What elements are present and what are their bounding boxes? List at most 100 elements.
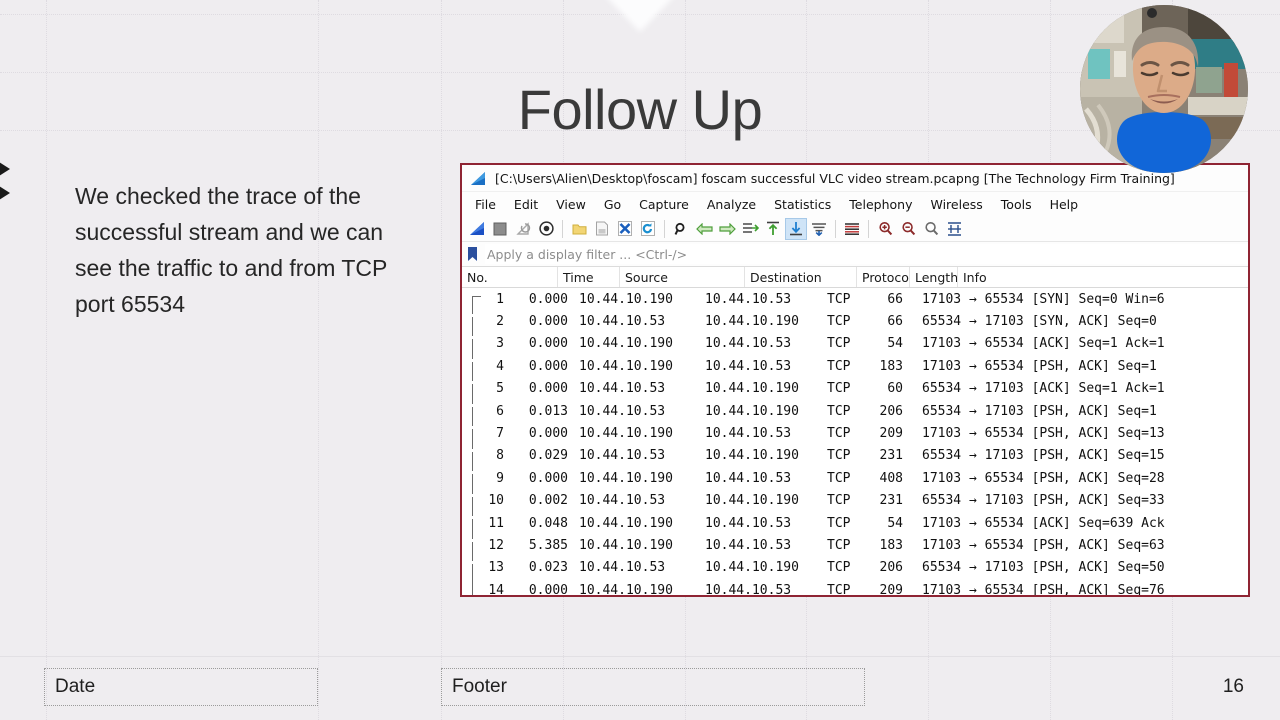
packet-no: 2 <box>496 314 504 330</box>
packet-no: 4 <box>496 358 504 374</box>
menu-item-wireless[interactable]: Wireless <box>921 195 991 214</box>
packet-destination: 10.44.10.53 <box>705 336 792 352</box>
table-row[interactable]: 6 0.013 10.44.10.53 10.44.10.190 TCP 206 65534… <box>462 400 1248 422</box>
menu-item-statistics[interactable]: Statistics <box>765 195 840 214</box>
table-row[interactable]: 11 0.048 10.44.10.190 10.44.10.53 TCP 54 17103… <box>462 512 1248 534</box>
open-file-icon[interactable] <box>568 218 590 240</box>
table-row[interactable]: 5 0.000 10.44.10.53 10.44.10.190 TCP 60 65534 … <box>462 378 1248 400</box>
close-file-icon[interactable] <box>614 218 636 240</box>
menu-item-analyze[interactable]: Analyze <box>698 195 765 214</box>
column-header-protocol[interactable]: Protocol <box>857 267 910 287</box>
packet-source: 10.44.10.190 <box>579 291 673 307</box>
zoom-in-icon[interactable] <box>874 218 896 240</box>
start-capture-icon[interactable] <box>466 218 488 240</box>
bookmark-icon[interactable] <box>467 246 478 262</box>
packet-no: 10 <box>488 493 504 509</box>
packet-info: 17103 → 65534 [PSH, ACK] Seq=76 <box>922 582 1165 597</box>
footer-date-placeholder[interactable]: Date <box>44 668 318 706</box>
packet-protocol: TCP <box>827 358 851 374</box>
zoom-reset-icon[interactable] <box>920 218 942 240</box>
table-row[interactable]: 10 0.002 10.44.10.53 10.44.10.190 TCP 231 6553… <box>462 490 1248 512</box>
packet-info: 65534 → 17103 [ACK] Seq=1 Ack=1 <box>922 381 1165 397</box>
wireshark-toolbar[interactable] <box>462 216 1248 242</box>
packet-length: 209 <box>879 426 903 442</box>
table-row[interactable]: 14 0.000 10.44.10.190 10.44.10.53 TCP 209 1710… <box>462 579 1248 597</box>
column-header-destination[interactable]: Destination <box>745 267 857 287</box>
column-header-no[interactable]: No. <box>462 267 558 287</box>
packet-no: 6 <box>496 403 504 419</box>
wireshark-window[interactable]: [C:\Users\Alien\Desktop\foscam] foscam s… <box>460 163 1250 597</box>
packet-protocol: TCP <box>827 381 851 397</box>
menu-item-help[interactable]: Help <box>1041 195 1088 214</box>
packet-protocol: TCP <box>827 582 851 597</box>
table-row[interactable]: 2 0.000 10.44.10.53 10.44.10.190 TCP 66 65534 … <box>462 310 1248 332</box>
packet-list[interactable]: 1 0.000 10.44.10.190 10.44.10.53 TCP 66 17103 … <box>462 288 1248 597</box>
packet-protocol: TCP <box>827 448 851 464</box>
capture-options-icon[interactable] <box>535 218 557 240</box>
column-header-info[interactable]: Info <box>958 267 1248 287</box>
resize-columns-icon[interactable] <box>943 218 965 240</box>
wireshark-menu-bar[interactable]: File Edit View Go Capture Analyze Statis… <box>462 192 1248 216</box>
reload-file-icon[interactable] <box>637 218 659 240</box>
stop-capture-icon[interactable] <box>489 218 511 240</box>
table-row[interactable]: 12 5.385 10.44.10.190 10.44.10.53 TCP 183 1710… <box>462 534 1248 556</box>
packet-info: 17103 → 65534 [PSH, ACK] Seq=63 <box>922 537 1165 553</box>
colorize-packets-icon[interactable] <box>841 218 863 240</box>
menu-item-capture[interactable]: Capture <box>630 195 698 214</box>
slide-top-triangle-decoration <box>596 0 684 32</box>
menu-item-file[interactable]: File <box>466 195 505 214</box>
packet-info: 17103 → 65534 [PSH, ACK] Seq=1 <box>922 358 1157 374</box>
go-to-last-packet-icon[interactable] <box>785 217 807 240</box>
zoom-out-icon[interactable] <box>897 218 919 240</box>
packet-protocol: TCP <box>827 470 851 486</box>
packet-info: 17103 → 65534 [ACK] Seq=1 Ack=1 <box>922 336 1165 352</box>
column-header-source[interactable]: Source <box>620 267 745 287</box>
table-row[interactable]: 8 0.029 10.44.10.53 10.44.10.190 TCP 231 65534… <box>462 445 1248 467</box>
packet-time: 0.029 <box>528 448 568 464</box>
menu-item-go[interactable]: Go <box>595 195 630 214</box>
menu-item-edit[interactable]: Edit <box>505 195 547 214</box>
restart-capture-icon[interactable] <box>512 218 534 240</box>
menu-item-view[interactable]: View <box>547 195 595 214</box>
auto-scroll-icon[interactable] <box>808 218 830 240</box>
display-filter-bar[interactable]: Apply a display filter ... <Ctrl-/> <box>462 242 1248 267</box>
arrow-marker-icon <box>0 160 10 178</box>
packet-source: 10.44.10.190 <box>579 426 673 442</box>
packet-info: 65534 → 17103 [SYN, ACK] Seq=0 <box>922 314 1157 330</box>
save-file-icon[interactable] <box>591 218 613 240</box>
go-to-first-packet-icon[interactable] <box>762 218 784 240</box>
webcam-video-frame <box>1080 5 1248 173</box>
footer-text-placeholder[interactable]: Footer <box>441 668 865 706</box>
table-row[interactable]: 1 0.000 10.44.10.190 10.44.10.53 TCP 66 17103 … <box>462 288 1248 310</box>
display-filter-input[interactable]: Apply a display filter ... <Ctrl-/> <box>485 244 1248 264</box>
packet-info: 65534 → 17103 [PSH, ACK] Seq=33 <box>922 493 1165 509</box>
table-row[interactable]: 13 0.023 10.44.10.53 10.44.10.190 TCP 206 6553… <box>462 557 1248 579</box>
column-header-time[interactable]: Time <box>558 267 620 287</box>
packet-destination: 10.44.10.190 <box>705 448 799 464</box>
go-forward-icon[interactable] <box>716 218 738 240</box>
packet-time: 0.000 <box>528 358 568 374</box>
wireshark-title-bar: [C:\Users\Alien\Desktop\foscam] foscam s… <box>462 165 1248 192</box>
packet-destination: 10.44.10.53 <box>705 582 792 597</box>
packet-length: 206 <box>879 403 903 419</box>
packet-time: 0.013 <box>528 403 568 419</box>
table-row[interactable]: 4 0.000 10.44.10.190 10.44.10.53 TCP 183 17103… <box>462 355 1248 377</box>
packet-length: 408 <box>879 470 903 486</box>
go-to-packet-icon[interactable] <box>739 218 761 240</box>
packet-no: 8 <box>496 448 504 464</box>
packet-protocol: TCP <box>827 336 851 352</box>
table-row[interactable]: 9 0.000 10.44.10.190 10.44.10.53 TCP 408 17103… <box>462 467 1248 489</box>
find-packet-icon[interactable] <box>670 218 692 240</box>
table-row[interactable]: 7 0.000 10.44.10.190 10.44.10.53 TCP 209 17103… <box>462 422 1248 444</box>
toolbar-separator <box>835 219 836 238</box>
go-back-icon[interactable] <box>693 218 715 240</box>
table-row[interactable]: 3 0.000 10.44.10.190 10.44.10.53 TCP 54 17103 … <box>462 333 1248 355</box>
packet-source: 10.44.10.53 <box>579 560 666 576</box>
packet-list-header[interactable]: No. Time Source Destination Protocol Len… <box>462 267 1248 288</box>
packet-info: 65534 → 17103 [PSH, ACK] Seq=1 <box>922 403 1157 419</box>
column-header-length[interactable]: Length <box>910 267 958 287</box>
menu-item-tools[interactable]: Tools <box>992 195 1041 214</box>
packet-protocol: TCP <box>827 426 851 442</box>
packet-no: 12 <box>488 537 504 553</box>
menu-item-telephony[interactable]: Telephony <box>840 195 921 214</box>
